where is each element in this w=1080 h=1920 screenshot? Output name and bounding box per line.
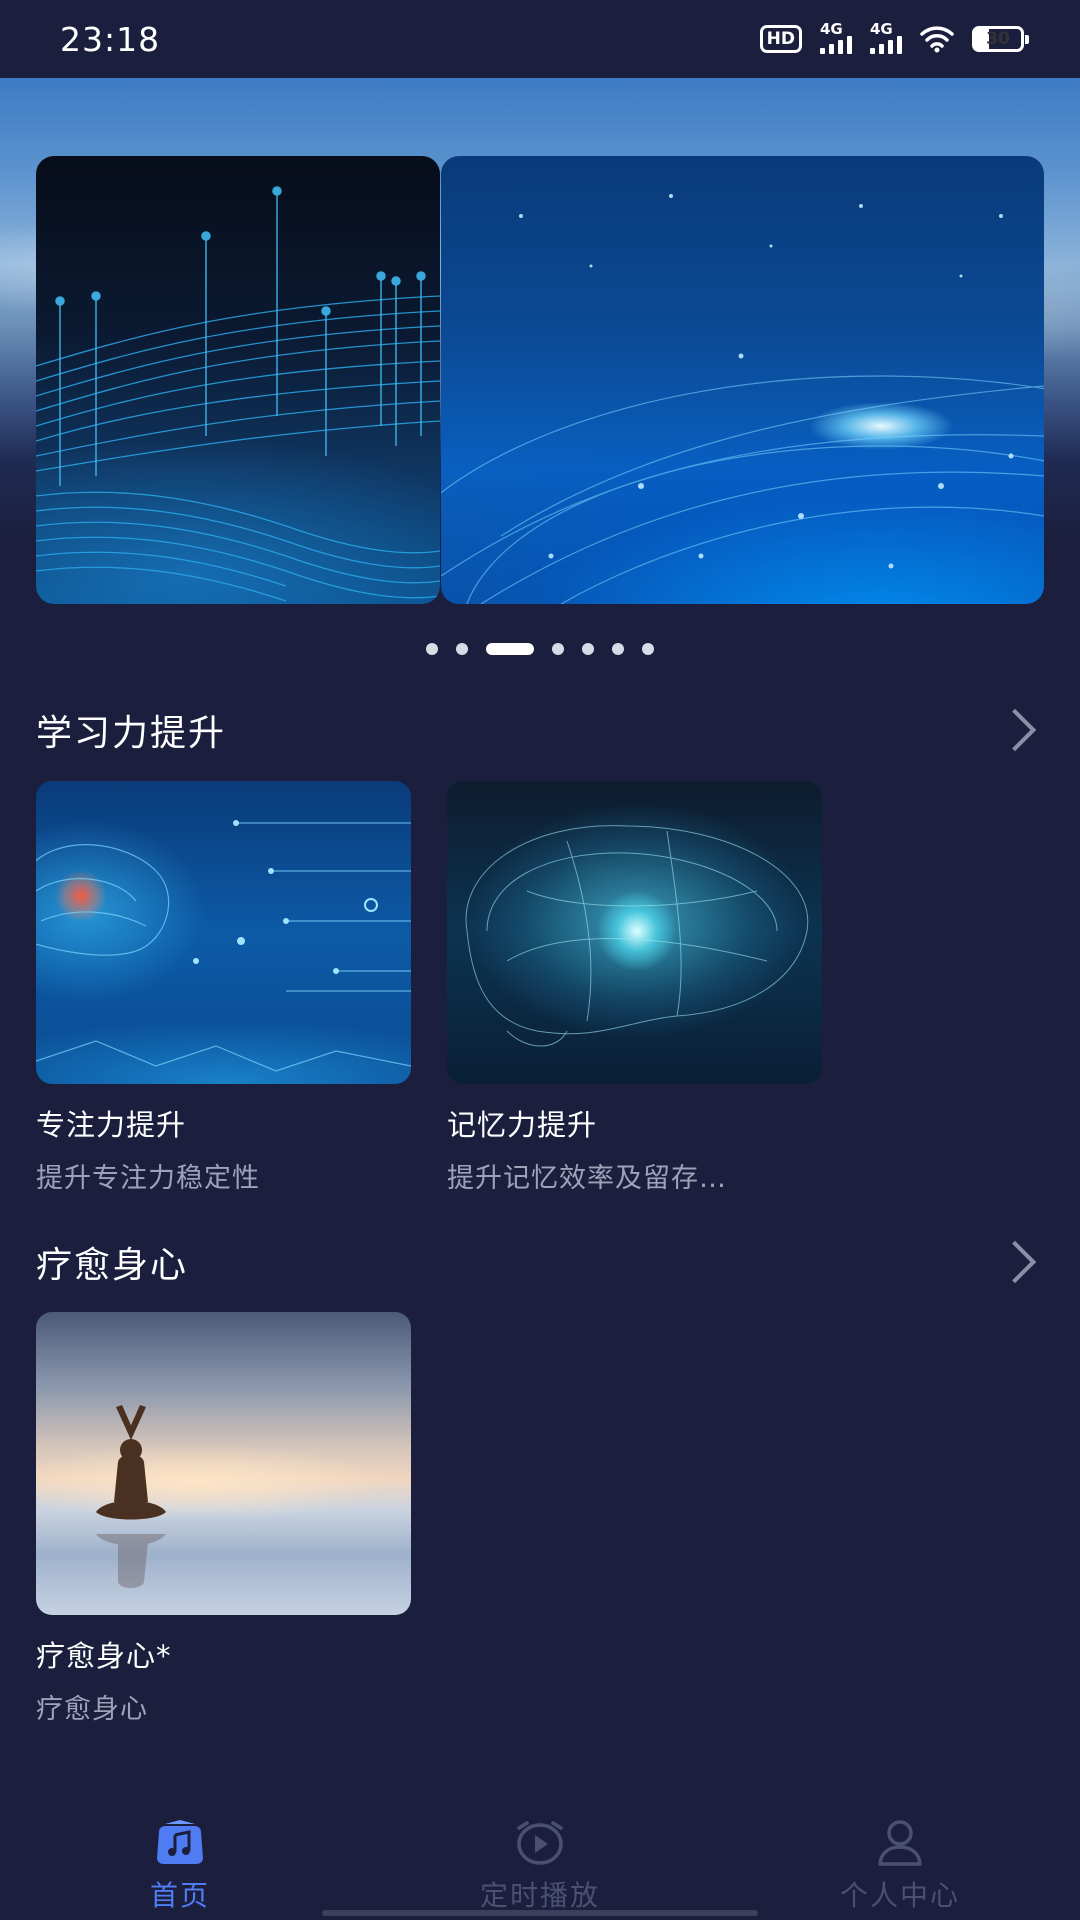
carousel-dot[interactable] [642,643,654,655]
status-time: 23:18 [60,19,161,59]
course-card-memory[interactable]: 记忆力提升 提升记忆效率及留存… [447,781,822,1195]
tab-label: 首页 [149,1879,210,1912]
signal-label: 4G [820,20,843,38]
card-image [36,781,411,1084]
tab-home[interactable]: 首页 [0,1800,360,1920]
carousel-dot[interactable] [426,643,438,655]
section-title: 学习力提升 [36,713,227,754]
course-card-focus[interactable]: 专注力提升 提升专注力稳定性 [36,781,411,1195]
carousel-dot[interactable] [552,643,564,655]
signal-icon-2: 4G [870,20,902,54]
status-bar: 23:18 HD 4G 4G 30 [0,0,1080,78]
user-icon [873,1820,927,1866]
card-title: 疗愈身心* [36,1639,172,1673]
card-image [36,1312,411,1615]
carousel-dot[interactable] [612,643,624,655]
banner-slide-globe[interactable] [441,156,1044,604]
home-indicator[interactable] [322,1910,758,1916]
chevron-right-icon[interactable] [993,708,1037,752]
card-subtitle: 提升专注力稳定性 [36,1163,260,1194]
battery-level: 30 [986,29,1010,49]
banner-slide-wave[interactable] [36,156,440,604]
tab-label: 个人中心 [839,1879,960,1912]
section-title: 疗愈身心 [36,1245,189,1286]
tab-profile[interactable]: 个人中心 [720,1800,1080,1920]
wave-graphic [36,186,440,602]
carousel-dot[interactable] [456,643,468,655]
carousel-indicator[interactable] [0,643,1080,655]
course-card-healing[interactable]: 疗愈身心* 疗愈身心 [36,1312,411,1726]
home-screen: 23:18 HD 4G 4G 30 学习力提升 专注力提升 提升专注力稳定性 记… [0,0,1080,1920]
bottom-tab-bar: 首页 定时播放 个人中心 [0,1800,1080,1920]
wifi-icon [920,25,954,53]
card-subtitle: 提升记忆效率及留存… [447,1163,727,1194]
battery-icon: 30 [972,26,1029,52]
signal-icon: 4G [820,20,852,54]
section-header-healing[interactable]: 疗愈身心 [36,1234,1044,1290]
banner-carousel[interactable] [0,78,1080,698]
signal-label-2: 4G [870,20,893,38]
music-home-icon [153,1820,207,1866]
tab-label: 定时播放 [479,1879,600,1912]
status-icons: HD 4G 4G 30 [759,20,1029,54]
card-image [447,781,822,1084]
alarm-play-icon [513,1820,567,1866]
card-subtitle: 疗愈身心 [36,1694,148,1725]
card-title: 专注力提升 [36,1108,187,1142]
chevron-right-icon[interactable] [993,1240,1037,1284]
carousel-dot[interactable] [582,643,594,655]
globe-graphic [441,194,1044,604]
tab-timer-play[interactable]: 定时播放 [360,1800,720,1920]
hd-icon: HD [759,25,802,53]
card-title: 记忆力提升 [447,1108,598,1142]
section-header-learning[interactable]: 学习力提升 [36,702,1044,758]
carousel-dot-active[interactable] [486,643,534,655]
